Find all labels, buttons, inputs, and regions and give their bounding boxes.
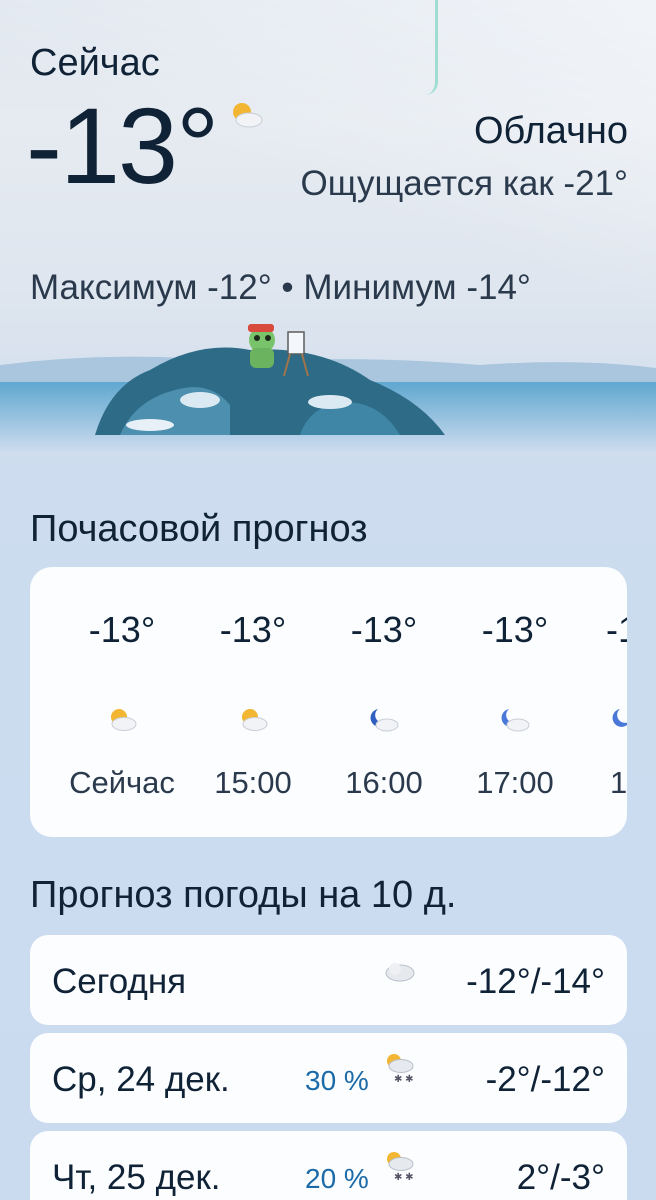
daily-temperatures: 2°/-3°: [516, 1158, 605, 1197]
daily-precipitation: 30 %: [305, 1065, 369, 1096]
current-condition: Облачно: [473, 110, 628, 152]
daily-row[interactable]: Чт, 25 дек. 20 % ✱ ✱ 2°/-3°: [30, 1131, 627, 1200]
hourly-time: 1: [610, 765, 627, 800]
hourly-item[interactable]: -13° 15:00: [193, 567, 313, 837]
hourly-temperature: -13°: [481, 609, 549, 650]
svg-text:✱ ✱: ✱ ✱: [394, 1172, 414, 1183]
snow-icon: ✱ ✱: [382, 1051, 416, 1090]
cloudy-icon: [382, 957, 416, 990]
hourly-time: Сейчас: [69, 765, 175, 800]
partly-cloudy-night-icon: [499, 707, 531, 738]
feels-like: Ощущается как -21°: [300, 164, 628, 203]
partly-cloudy-day-icon: [237, 707, 269, 738]
daily-forecast-title: Прогноз погоды на 10 д.: [30, 874, 457, 916]
partly-cloudy-icon: [228, 100, 264, 135]
hourly-time: 17:00: [476, 765, 554, 800]
hourly-item[interactable]: -13° 16:00: [324, 567, 444, 837]
current-label: Сейчас: [30, 42, 160, 84]
hourly-time: 15:00: [214, 765, 292, 800]
partly-cloudy-day-icon: [106, 707, 138, 738]
svg-text:✱ ✱: ✱ ✱: [394, 1074, 414, 1085]
daily-temperatures: -12°/-14°: [466, 962, 605, 1001]
partly-cloudy-night-icon: [610, 707, 627, 738]
hourly-time: 16:00: [345, 765, 423, 800]
hourly-forecast-title: Почасовой прогноз: [30, 508, 368, 550]
daily-day: Чт, 25 дек.: [52, 1158, 221, 1197]
hourly-temperature: -13°: [350, 609, 418, 650]
current-temperature: -13°: [26, 85, 219, 206]
weather-illustration: [0, 310, 656, 460]
hourly-item[interactable]: -1 1: [586, 567, 627, 837]
hourly-item[interactable]: -13° 17:00: [455, 567, 575, 837]
hourly-temperature: -13°: [219, 609, 287, 650]
daily-day: Сегодня: [52, 962, 187, 1001]
hourly-forecast-card[interactable]: -13° Сейчас -13° 15:00 -13° 16:00 -13° 1…: [30, 567, 627, 837]
partly-cloudy-night-icon: [368, 707, 400, 738]
daily-temperatures: -2°/-12°: [485, 1060, 605, 1099]
min-max-temperature: Максимум -12° • Минимум -14°: [30, 268, 531, 307]
daily-row[interactable]: Ср, 24 дек. 30 % ✱ ✱ -2°/-12°: [30, 1033, 627, 1123]
hourly-temperature: -13°: [88, 609, 156, 650]
hourly-temperature: -1: [606, 609, 627, 650]
hourly-item[interactable]: -13° Сейчас: [62, 567, 182, 837]
snow-icon: ✱ ✱: [382, 1149, 416, 1188]
light-streak: [425, 0, 438, 95]
daily-day: Ср, 24 дек.: [52, 1060, 230, 1099]
daily-precipitation: 20 %: [305, 1163, 369, 1194]
daily-row[interactable]: Сегодня -12°/-14°: [30, 935, 627, 1025]
